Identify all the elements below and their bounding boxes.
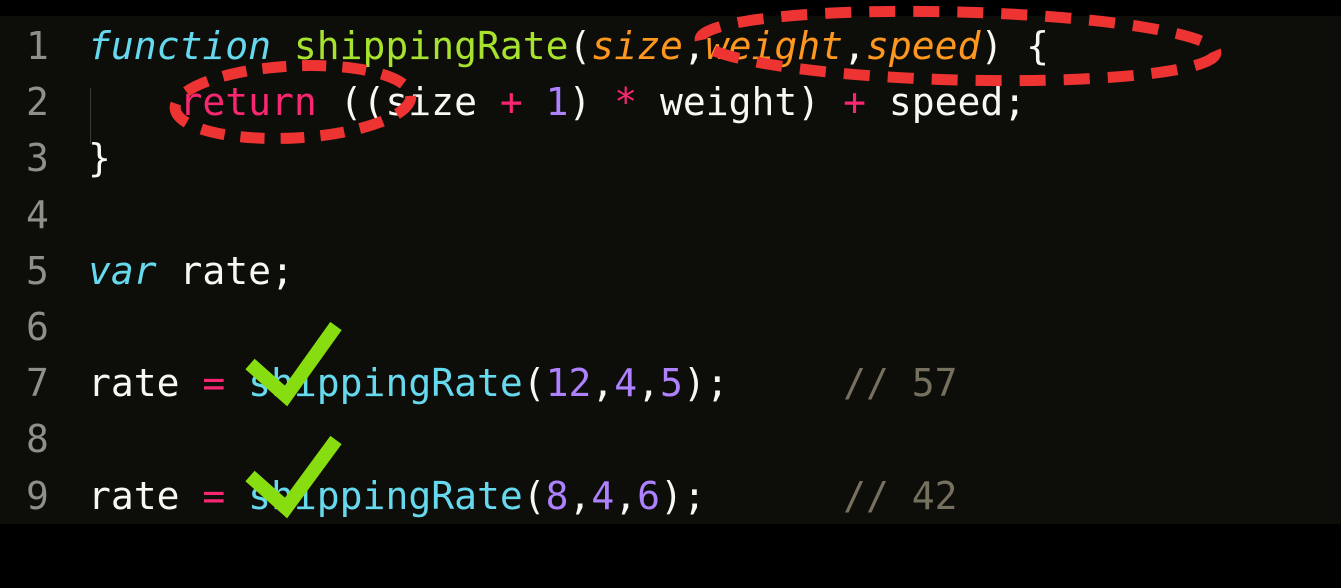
token-number: 8 bbox=[545, 473, 569, 518]
token-keyword: + bbox=[843, 80, 866, 125]
token-keyword: * bbox=[614, 80, 638, 125]
line-code: return ((size + 1) * weight) + speed; bbox=[88, 74, 1027, 130]
code-editor: 1 function shippingRate(size,weight,speed… bbox=[0, 16, 1341, 524]
line-number: 7 bbox=[26, 361, 49, 406]
line-number: 4 bbox=[26, 192, 49, 237]
token-plain: } bbox=[88, 136, 111, 181]
token-parameter: speed bbox=[865, 24, 981, 68]
token-plain: rate bbox=[88, 361, 203, 406]
token-keyword: = bbox=[202, 361, 226, 406]
token-plain: , bbox=[614, 473, 638, 518]
token-plain: , bbox=[682, 24, 706, 68]
token-call: shippingRate bbox=[248, 361, 523, 406]
token-plain: , bbox=[843, 24, 866, 68]
line-number: 1 bbox=[26, 24, 49, 68]
token-plain: ) bbox=[568, 80, 615, 125]
line-code: var rate; bbox=[88, 243, 294, 299]
token-plain: ( bbox=[522, 361, 546, 406]
token-keyword-storage: var bbox=[88, 248, 157, 293]
line-code: function shippingRate(size,weight,speed)… bbox=[88, 18, 1049, 74]
token-plain: speed; bbox=[865, 80, 1027, 125]
token-comment: // 57 bbox=[843, 361, 958, 406]
token-plain: rate bbox=[88, 473, 203, 518]
line-number: 2 bbox=[26, 80, 49, 125]
token-plain: weight) bbox=[637, 80, 844, 125]
token-keyword-storage: function bbox=[88, 24, 272, 68]
line-number: 9 bbox=[26, 473, 49, 518]
token-parameter: weight bbox=[705, 24, 844, 68]
token-plain: , bbox=[568, 473, 592, 518]
token-plain: ( bbox=[522, 473, 546, 518]
token-plain: ); bbox=[682, 361, 844, 406]
token-number: 4 bbox=[614, 361, 638, 406]
token-function-name: shippingRate bbox=[293, 24, 569, 68]
token-keyword: = bbox=[202, 473, 226, 518]
token-keyword: return bbox=[179, 80, 317, 125]
line-number: 5 bbox=[26, 248, 49, 293]
token-plain: ) { bbox=[980, 24, 1049, 68]
line-number: 6 bbox=[26, 305, 49, 349]
token-plain: ( bbox=[568, 24, 592, 68]
line-code: rate = shippingRate(8,4,6); // 42 bbox=[88, 468, 957, 524]
token-parameter: size bbox=[591, 24, 683, 68]
token-plain: rate; bbox=[156, 248, 294, 293]
token-plain: , bbox=[637, 361, 661, 406]
token-number: 6 bbox=[637, 473, 661, 518]
token-number: 1 bbox=[545, 80, 569, 125]
token-plain: ((size bbox=[316, 80, 500, 125]
token-plain: ); bbox=[660, 473, 844, 518]
line-number: 8 bbox=[26, 417, 49, 462]
token-keyword: + bbox=[499, 80, 523, 125]
token-number: 12 bbox=[545, 361, 592, 406]
line-number: 3 bbox=[26, 136, 49, 181]
token-call: shippingRate bbox=[248, 473, 523, 518]
token-comment: // 42 bbox=[843, 473, 958, 518]
token-number: 4 bbox=[591, 473, 615, 518]
line-code: rate = shippingRate(12,4,5); // 57 bbox=[88, 355, 957, 411]
token-number: 5 bbox=[660, 361, 683, 406]
token-plain: , bbox=[591, 361, 615, 406]
line-code: } bbox=[88, 130, 111, 186]
